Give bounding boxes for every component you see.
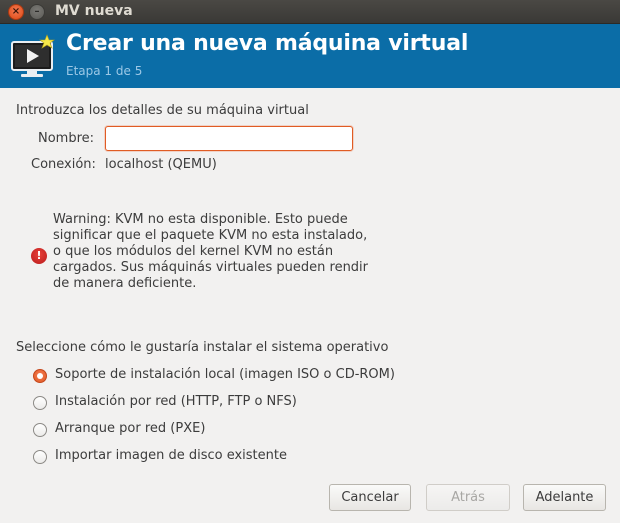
close-icon[interactable]: × xyxy=(8,4,24,20)
connection-label: Conexión: xyxy=(31,157,96,172)
install-option-label: Soporte de instalación local (imagen ISO… xyxy=(55,367,395,382)
install-heading: Seleccione cómo le gustaría instalar el … xyxy=(16,340,389,355)
install-option-pxe[interactable]: Arranque por red (PXE) xyxy=(33,421,233,441)
details-heading: Introduzca los detalles de su máquina vi… xyxy=(16,103,309,118)
new-vm-monitor-icon xyxy=(11,34,55,77)
install-option-network[interactable]: Instalación por red (HTTP, FTP o NFS) xyxy=(33,394,323,414)
window-titlebar: × – MV nueva xyxy=(0,0,620,24)
radio-button[interactable] xyxy=(33,450,47,464)
window-title: MV nueva xyxy=(55,3,133,19)
radio-button-selected[interactable] xyxy=(33,369,47,383)
radio-button[interactable] xyxy=(33,423,47,437)
back-button[interactable]: Atrás xyxy=(426,484,510,511)
minimize-icon[interactable]: – xyxy=(29,4,45,20)
install-option-label: Instalación por red (HTTP, FTP o NFS) xyxy=(55,394,297,409)
wizard-header: Crear una nueva máquina virtual Etapa 1 … xyxy=(0,24,620,88)
install-option-label: Arranque por red (PXE) xyxy=(55,421,206,436)
error-icon: ! xyxy=(31,248,47,264)
connection-value: localhost (QEMU) xyxy=(105,157,217,172)
install-option-label: Importar imagen de disco existente xyxy=(55,448,287,463)
name-input[interactable] xyxy=(105,126,353,151)
install-option-local-media[interactable]: Soporte de instalación local (imagen ISO… xyxy=(33,367,413,387)
step-indicator: Etapa 1 de 5 xyxy=(66,64,143,78)
cancel-button[interactable]: Cancelar xyxy=(329,484,411,511)
kvm-warning-text: Warning: KVM no esta disponible. Esto pu… xyxy=(53,212,369,291)
radio-button[interactable] xyxy=(33,396,47,410)
install-option-import-disk[interactable]: Importar imagen de disco existente xyxy=(33,448,313,468)
forward-button[interactable]: Adelante xyxy=(523,484,606,511)
page-title: Crear una nueva máquina virtual xyxy=(66,31,469,56)
name-label: Nombre: xyxy=(38,131,95,146)
